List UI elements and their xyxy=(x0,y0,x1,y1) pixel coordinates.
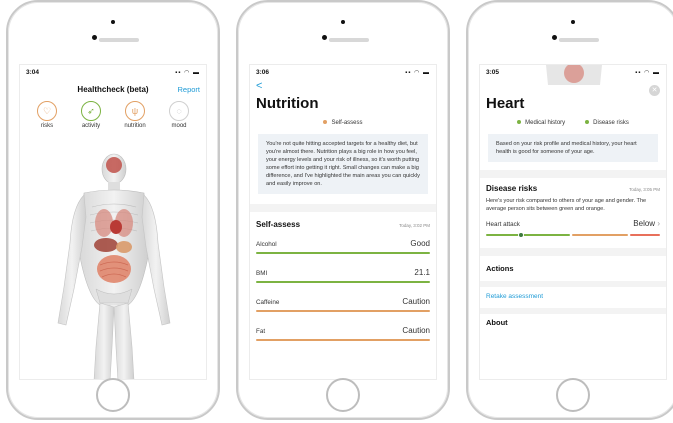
actions-title: Actions xyxy=(486,264,514,273)
sensor-dot xyxy=(111,20,115,24)
page-title: Nutrition xyxy=(256,95,319,112)
status-bar-good xyxy=(256,252,430,254)
speaker-grille xyxy=(329,38,369,42)
risk-scale-high xyxy=(630,234,660,236)
metric-value: Caution xyxy=(402,297,430,306)
tag-medical-history[interactable]: Medical history xyxy=(517,120,565,126)
phone-frame-nutrition: 3:06 ▪▪ ◠ ▬ < Nutrition Self-assess You'… xyxy=(236,0,450,420)
status-dot-icon xyxy=(517,120,522,125)
section-title: Self-assess xyxy=(256,220,301,229)
category-label: nutrition xyxy=(124,123,146,129)
phone-frame-heart: 3:05 ▪▪ ◠ ▬ ✕ Heart Medical history Dise… xyxy=(466,0,673,420)
speaker-grille xyxy=(559,38,599,42)
summary-card: Based on your risk profile and medical h… xyxy=(488,134,658,162)
section-timestamp: Today, 3:02 PM xyxy=(399,223,430,228)
status-time: 3:04 xyxy=(26,69,40,76)
tag-label: Self-assess xyxy=(331,120,363,126)
tag-label: Medical history xyxy=(525,120,566,126)
home-button[interactable] xyxy=(556,378,590,412)
front-camera xyxy=(552,35,557,40)
signal-wifi-battery-icon: ▪▪ ◠ ▬ xyxy=(175,70,200,76)
risk-value: Below › xyxy=(633,219,660,228)
risk-name: Heart attack xyxy=(486,221,520,228)
retake-assessment-link[interactable]: Retake assessment xyxy=(480,287,666,300)
about-title: About xyxy=(486,318,508,327)
risks-description: Here's your risk compared to others of y… xyxy=(486,198,647,212)
status-bar: 3:06 ▪▪ ◠ ▬ xyxy=(250,65,436,81)
page-title: Heart xyxy=(486,95,525,112)
status-bar: 3:04 ▪▪ ◠ ▬ xyxy=(20,65,206,81)
report-button[interactable]: Report xyxy=(177,85,200,94)
signal-wifi-battery-icon: ▪▪ ◠ ▬ xyxy=(405,70,430,76)
risk-position-marker xyxy=(518,232,524,238)
section-divider xyxy=(480,170,666,178)
section-header: Disease risks Today, 3:05 PM xyxy=(480,178,666,197)
front-camera xyxy=(322,35,327,40)
tag-self-assess[interactable]: Self-assess xyxy=(323,120,363,126)
status-time: 3:05 xyxy=(486,69,500,76)
status-bar: 3:05 ▪▪ ◠ ▬ xyxy=(480,65,666,81)
metric-row-caffeine[interactable]: Caffeine Caution xyxy=(250,291,436,312)
sensor-dot xyxy=(571,20,575,24)
nav-bar: Healthcheck (beta) Report xyxy=(20,81,206,99)
category-label: risks xyxy=(40,123,54,129)
section-divider xyxy=(250,204,436,212)
close-icon[interactable]: ✕ xyxy=(649,85,660,96)
status-time: 3:06 xyxy=(256,69,270,76)
summary-card: You're not quite hitting accepted target… xyxy=(258,134,428,194)
anatomy-body-model[interactable] xyxy=(20,147,206,379)
category-activity[interactable]: ➶ activity xyxy=(74,101,108,129)
category-row: ♡ risks ➶ activity ψ nutrition ◌ mood xyxy=(20,101,206,129)
section-title: Disease risks xyxy=(486,184,538,193)
status-dot-icon xyxy=(585,120,590,125)
screen-healthcheck: 3:04 ▪▪ ◠ ▬ Healthcheck (beta) Report ♡ … xyxy=(19,64,207,380)
category-label: mood xyxy=(171,123,187,129)
category-mood[interactable]: ◌ mood xyxy=(162,101,196,129)
risk-row-heart-attack[interactable]: Heart attack Below › xyxy=(480,213,666,228)
home-button[interactable] xyxy=(96,378,130,412)
metric-name: BMI xyxy=(256,270,268,277)
metric-value: 21.1 xyxy=(414,268,430,277)
category-label: activity xyxy=(81,123,101,129)
signal-wifi-battery-icon: ▪▪ ◠ ▬ xyxy=(635,70,660,76)
status-bar-caution xyxy=(256,310,430,312)
screen-nutrition: 3:06 ▪▪ ◠ ▬ < Nutrition Self-assess You'… xyxy=(249,64,437,380)
status-bar-good xyxy=(256,281,430,283)
section-timestamp: Today, 3:05 PM xyxy=(629,187,660,192)
chevron-right-icon: › xyxy=(657,219,660,228)
tag-row: Medical history Disease risks xyxy=(480,120,666,126)
status-dot-icon xyxy=(323,120,328,125)
category-nutrition[interactable]: ψ nutrition xyxy=(118,101,152,129)
screen-heart: 3:05 ▪▪ ◠ ▬ ✕ Heart Medical history Dise… xyxy=(479,64,667,380)
metric-row-alcohol[interactable]: Alcohol Good xyxy=(250,233,436,254)
chat-icon: ◌ xyxy=(169,101,189,121)
section-divider xyxy=(480,248,666,256)
section-header: Self-assess Today, 3:02 PM xyxy=(250,212,436,233)
status-bar-caution xyxy=(256,339,430,341)
risk-scale-medium xyxy=(572,234,628,236)
risk-scale-bar xyxy=(480,228,666,238)
human-body-illustration xyxy=(57,153,171,379)
metric-name: Alcohol xyxy=(256,241,277,248)
metric-value: Caution xyxy=(402,326,430,335)
phone-frame-healthcheck: 3:04 ▪▪ ◠ ▬ Healthcheck (beta) Report ♡ … xyxy=(6,0,220,420)
tag-row: Self-assess xyxy=(250,120,436,126)
sensor-dot xyxy=(341,20,345,24)
risk-scale-low xyxy=(486,234,570,236)
category-risks[interactable]: ♡ risks xyxy=(30,101,64,129)
cutlery-icon: ψ xyxy=(125,101,145,121)
metric-name: Fat xyxy=(256,328,266,335)
metric-name: Caffeine xyxy=(256,299,280,306)
metric-row-fat[interactable]: Fat Caution xyxy=(250,320,436,341)
home-button[interactable] xyxy=(326,378,360,412)
tag-disease-risks[interactable]: Disease risks xyxy=(585,120,629,126)
running-icon: ➶ xyxy=(81,101,101,121)
back-button[interactable]: < xyxy=(250,81,436,93)
heart-icon: ♡ xyxy=(37,101,57,121)
speaker-grille xyxy=(99,38,139,42)
metric-row-bmi[interactable]: BMI 21.1 xyxy=(250,262,436,283)
front-camera xyxy=(92,35,97,40)
metric-value: Good xyxy=(410,239,430,248)
tag-label: Disease risks xyxy=(593,120,629,126)
